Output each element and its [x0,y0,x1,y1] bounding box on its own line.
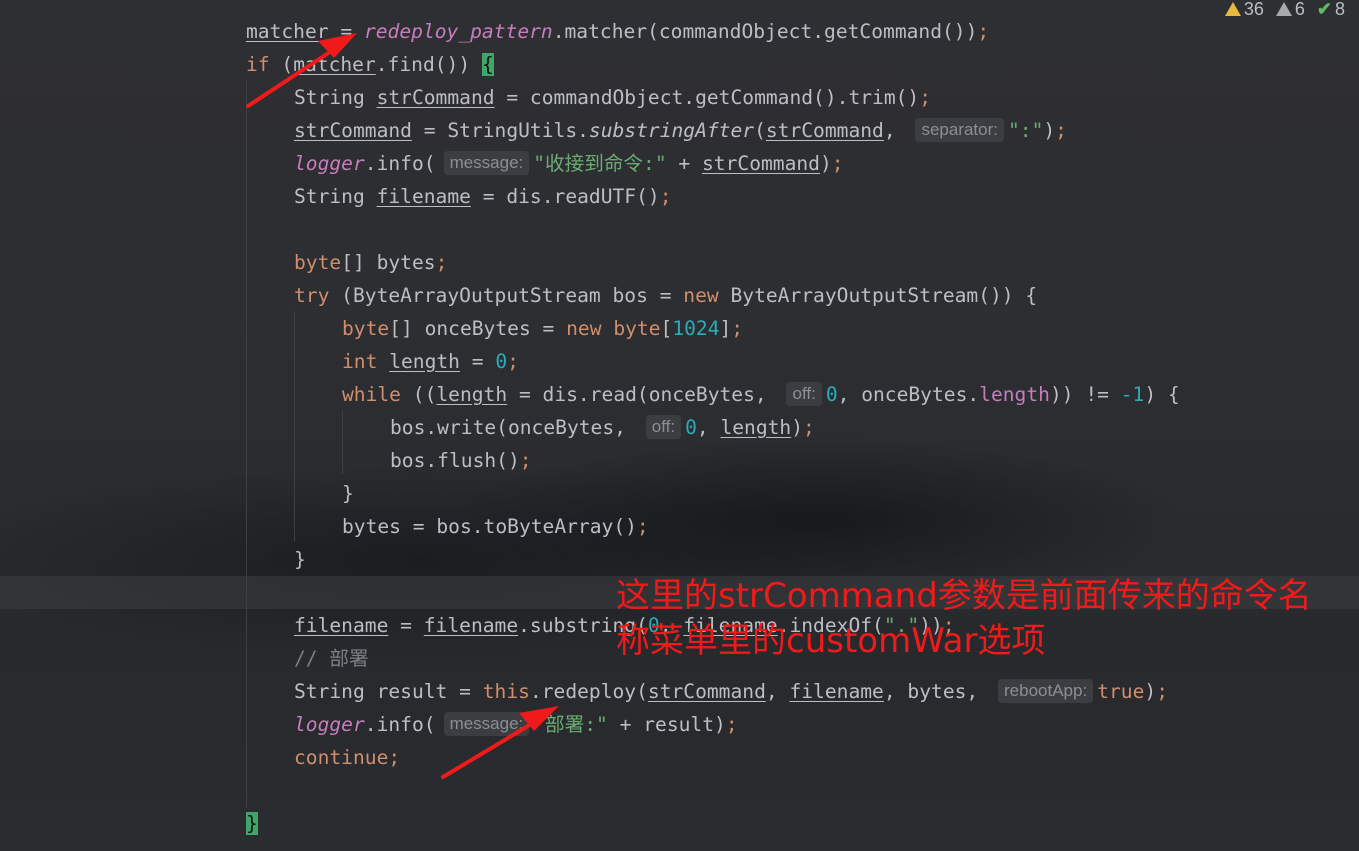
arrow-to-redeploy-call [441,706,559,779]
arrow-to-redeploy-pattern [246,33,357,108]
annotation-arrows [246,33,559,779]
annotation-line-2: 称菜单里的customWar选项 [616,621,1046,661]
annotation-line-1: 这里的strCommand参数是前面传来的命令名 [616,576,1312,616]
annotation-note: 这里的strCommand参数是前面传来的命令名 称菜单里的customWar选… [616,574,1356,664]
